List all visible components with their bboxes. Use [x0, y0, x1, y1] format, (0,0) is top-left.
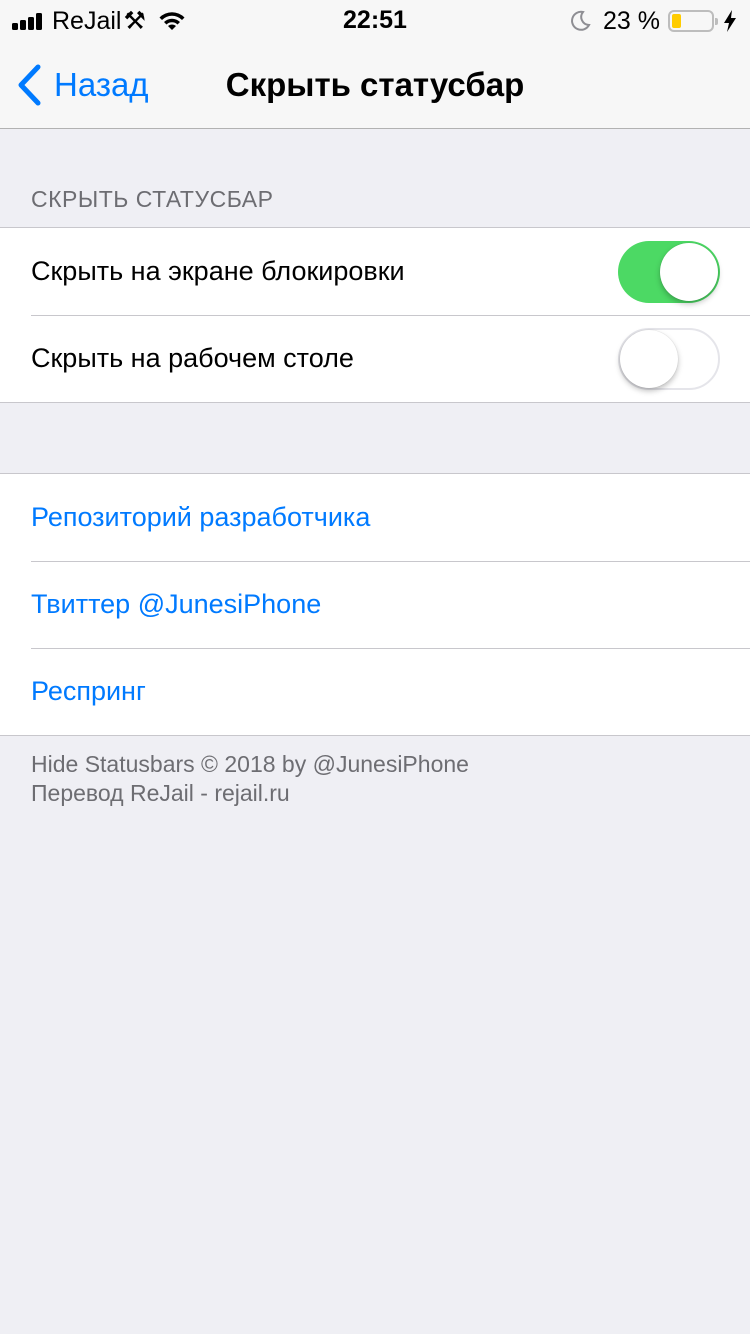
links-group: Репозиторий разработчика Твиттер @Junesi…	[0, 473, 750, 736]
toggle-row-homescreen: Скрыть на рабочем столе	[0, 315, 750, 402]
toggle-label: Скрыть на экране блокировки	[31, 256, 405, 286]
respring-button[interactable]: Респринг	[0, 648, 750, 735]
moon-icon	[571, 10, 591, 31]
developer-repo-link[interactable]: Репозиторий разработчика	[0, 474, 750, 561]
footer-text: Hide Statusbars © 2018 by @JunesiPhone П…	[31, 750, 469, 808]
battery-level-fill	[672, 14, 681, 28]
footer-translation: Перевод ReJail - rejail.ru	[31, 780, 290, 806]
switch-knob	[660, 243, 718, 301]
page-title: Скрыть статусбар	[225, 66, 525, 103]
link-label: Твиттер @JunesiPhone	[31, 589, 322, 619]
toggle-row-lockscreen: Скрыть на экране блокировки	[0, 228, 750, 315]
hide-on-lockscreen-switch[interactable]	[618, 241, 720, 303]
link-label: Респринг	[31, 676, 146, 706]
footer-copyright: Hide Statusbars © 2018 by @JunesiPhone	[31, 751, 469, 777]
battery-percent: 23 %	[603, 6, 660, 35]
link-label: Репозиторий разработчика	[31, 502, 371, 532]
navigation-bar: Назад Скрыть статусбар	[0, 40, 750, 129]
status-bar-right: 23 %	[569, 6, 736, 36]
hide-on-homescreen-switch[interactable]	[618, 328, 720, 390]
section-header: СКРЫТЬ СТАТУСБАР	[31, 186, 274, 212]
toggle-group: Скрыть на экране блокировки Скрыть на ра…	[0, 227, 750, 403]
switch-knob	[620, 330, 678, 388]
battery-tip	[715, 18, 718, 25]
charging-bolt-icon	[724, 10, 736, 32]
toggle-label: Скрыть на рабочем столе	[31, 343, 354, 373]
battery-icon	[668, 10, 718, 32]
twitter-link[interactable]: Твиттер @JunesiPhone	[0, 561, 750, 648]
status-bar: ReJail ⚒ 22:51 23 %	[0, 0, 750, 40]
